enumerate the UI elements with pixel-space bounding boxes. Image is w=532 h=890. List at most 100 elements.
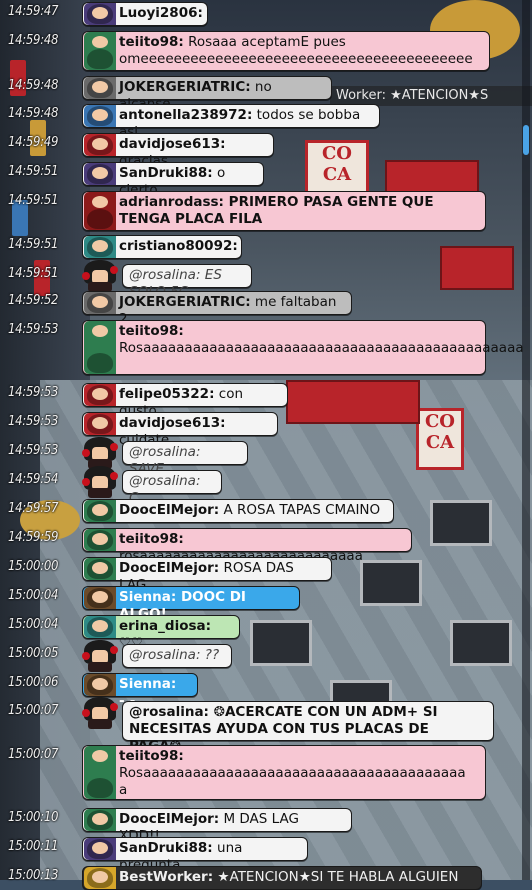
username[interactable]: BestWorker: <box>119 869 213 885</box>
username[interactable]: Sienna: <box>119 589 176 605</box>
message-timestamp: 15:00:07 <box>8 747 59 762</box>
username[interactable]: JOKERGERIATRIC: <box>119 294 251 310</box>
chat-bubble[interactable]: teiito98: Rosaaaaaaaaaaaaaaaaaaaaaaaaaaa… <box>82 320 524 375</box>
chat-bubble[interactable]: SanDruki88: o cierto <box>82 162 264 198</box>
chat-bubble[interactable]: teiito98: rosaaaaaaaaaaaaaaaaaaaaaaaaaaa <box>82 528 412 564</box>
username[interactable]: antonella238972: <box>119 107 252 123</box>
user-avatar[interactable] <box>84 292 116 314</box>
username[interactable]: teiito98: <box>119 323 184 339</box>
user-avatar[interactable] <box>84 134 116 156</box>
user-avatar[interactable] <box>84 3 116 25</box>
user-avatar[interactable] <box>84 413 116 435</box>
message-text: @rosalina: ?? <box>129 647 220 663</box>
worker-banner: Worker: ★ATENCION★S <box>330 86 532 106</box>
chat-bubble[interactable]: adrianrodass: PRIMERO PASA GENTE QUE TEN… <box>82 191 486 231</box>
message-timestamp: 14:59:53 <box>8 443 59 458</box>
whisper-avatar <box>82 258 120 294</box>
username[interactable]: DoocElMejor: <box>119 560 219 576</box>
user-avatar[interactable] <box>84 838 116 860</box>
chat-bubble[interactable]: BestWorker: ★ATENCION★SI TE HABLA ALGUIE… <box>82 866 482 890</box>
chat-bubble[interactable]: DoocElMejor: ROSA DAS LAG <box>82 557 332 593</box>
whisper-bubble[interactable]: @rosalina: ES SOLO 5C <box>122 264 252 300</box>
message-timestamp: 14:59:53 <box>8 322 59 337</box>
message-timestamp: 15:00:00 <box>8 559 59 574</box>
message-text: ★ATENCION★SI TE HABLA ALGUIEN <box>213 869 459 885</box>
user-avatar[interactable] <box>84 77 116 99</box>
chat-bubble[interactable]: teiito98: Rosaaa aceptamE pues omeeeeeee… <box>82 31 490 71</box>
username[interactable]: Sienna: <box>119 676 176 692</box>
whisper-bubble[interactable]: @rosalina: ?? <box>122 644 232 668</box>
username[interactable]: felipe05322: <box>119 386 214 402</box>
message-timestamp: 15:00:11 <box>8 839 59 854</box>
user-avatar[interactable] <box>84 529 116 551</box>
username[interactable]: teiito98: <box>119 531 184 547</box>
user-avatar[interactable] <box>84 163 116 185</box>
chat-bubble[interactable]: felipe05322: con gusto <box>82 383 288 419</box>
chat-bubble[interactable]: teiito98: Rosaaaaaaaaaaaaaaaaaaaaaaaaaaa… <box>82 745 486 800</box>
chat-bubble[interactable]: antonella238972: todos se bobba asi <box>82 104 380 140</box>
message-timestamp: 14:59:47 <box>8 4 59 19</box>
message-timestamp: 14:59:57 <box>8 501 59 516</box>
username[interactable]: adrianrodass: <box>119 194 224 210</box>
username[interactable]: DoocElMejor: <box>119 811 219 827</box>
message-timestamp: 14:59:51 <box>8 237 59 252</box>
scrollbar-thumb[interactable] <box>523 125 529 155</box>
message-timestamp: 14:59:48 <box>8 106 59 121</box>
username[interactable]: teiito98: <box>119 748 184 764</box>
message-timestamp: 14:59:48 <box>8 33 59 48</box>
username[interactable]: erina_diosa: <box>119 618 211 634</box>
user-avatar[interactable] <box>84 500 116 522</box>
message-timestamp: 14:59:59 <box>8 530 59 545</box>
user-avatar[interactable] <box>84 321 116 374</box>
message-timestamp: 15:00:04 <box>8 588 59 603</box>
username[interactable]: Luoyi2806: <box>119 5 203 21</box>
user-avatar[interactable] <box>84 616 116 638</box>
chat-bubble[interactable]: SanDruki88: una pregunta <box>82 837 308 873</box>
chat-bubble[interactable]: DoocElMejor: M DAS LAG XDD!! <box>82 808 352 844</box>
user-avatar[interactable] <box>84 384 116 406</box>
whisper-bubble[interactable]: @rosalina: ❂ACERCATE CON UN ADM+ SI NECE… <box>122 701 494 754</box>
username[interactable]: JOKERGERIATRIC: <box>119 79 251 95</box>
username[interactable]: SanDruki88: <box>119 165 213 181</box>
user-avatar[interactable] <box>84 192 116 230</box>
username[interactable]: teiito98: <box>119 34 184 50</box>
chat-bubble[interactable]: erina_diosa: ♡♡ <box>82 615 240 651</box>
username[interactable]: DoocElMejor: <box>119 502 219 518</box>
username[interactable]: SanDruki88: <box>119 840 213 856</box>
chat-bubble[interactable]: cristiano80092: <box>82 235 242 259</box>
whisper-bubble[interactable]: @rosalina: C <box>122 470 222 506</box>
message-text: Rosaaaaaaaaaaaaaaaaaaaaaaaaaaaaaaaaaaaaa… <box>119 765 466 798</box>
chat-bubble[interactable]: Sienna: -.- <box>82 673 198 709</box>
message-timestamp: 14:59:53 <box>8 414 59 429</box>
whisper-avatar <box>82 695 120 731</box>
whisper-bubble[interactable]: @rosalina: SAVE <box>122 441 248 477</box>
chat-bubble[interactable]: JOKERGERIATRIC: no alcanse <box>82 76 332 112</box>
message-timestamp: 14:59:54 <box>8 472 59 487</box>
message-timestamp: 15:00:04 <box>8 617 59 632</box>
user-avatar[interactable] <box>84 674 116 696</box>
username[interactable]: davidjose613: <box>119 415 226 431</box>
message-timestamp: 14:59:48 <box>8 78 59 93</box>
chat-bubble[interactable]: davidjose613: cuidate <box>82 412 278 448</box>
chat-bubble[interactable]: Luoyi2806: . <box>82 2 208 38</box>
message-timestamp: 14:59:52 <box>8 293 59 308</box>
whisper-avatar <box>82 638 120 674</box>
user-avatar[interactable] <box>84 587 116 609</box>
whisper-avatar <box>82 464 120 500</box>
chat-bubble[interactable]: Sienna: DOOC DI ALGO! <box>82 586 300 622</box>
user-avatar[interactable] <box>84 809 116 831</box>
user-avatar[interactable] <box>84 32 116 70</box>
message-timestamp: 15:00:10 <box>8 810 59 825</box>
user-avatar[interactable] <box>84 105 116 127</box>
chat-bubble[interactable]: JOKERGERIATRIC: me faltaban 2 <box>82 291 352 327</box>
user-avatar[interactable] <box>84 746 116 799</box>
chat-bubble[interactable]: DoocElMejor: A ROSA TAPAS CMAINO <box>82 499 394 523</box>
message-timestamp: 14:59:53 <box>8 385 59 400</box>
user-avatar[interactable] <box>84 867 116 889</box>
message-timestamp: 14:59:49 <box>8 135 59 150</box>
chat-bubble[interactable]: davidjose613: gracias <box>82 133 274 169</box>
user-avatar[interactable] <box>84 236 116 258</box>
user-avatar[interactable] <box>84 558 116 580</box>
username[interactable]: cristiano80092: <box>119 238 238 254</box>
username[interactable]: davidjose613: <box>119 136 226 152</box>
